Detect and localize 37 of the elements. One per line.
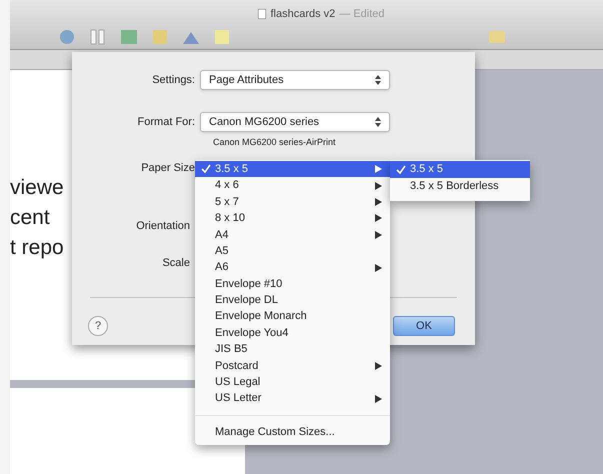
- ok-button[interactable]: OK: [393, 316, 455, 336]
- window-title: flashcards v2: [270, 7, 336, 22]
- popup-button[interactable]: Canon MG6200 series: [200, 112, 390, 132]
- document-text: cent: [10, 205, 50, 231]
- menu-item[interactable]: Envelope Monarch: [195, 308, 390, 325]
- document-icon: [258, 9, 266, 20]
- menu-item[interactable]: Envelope You4: [195, 324, 390, 342]
- menu-item[interactable]: 3.5 x 5: [390, 161, 530, 178]
- menu-item[interactable]: 5 x 7: [195, 194, 390, 210]
- popup-button[interactable]: Page Attributes: [200, 70, 390, 90]
- menu-item[interactable]: A5: [195, 242, 390, 260]
- menu-item[interactable]: Postcard: [195, 358, 390, 374]
- menu-item[interactable]: Envelope DL: [195, 292, 390, 309]
- scale-label: Scale: [161, 256, 191, 270]
- menu-item[interactable]: 3.5 x 5 Borderless: [390, 178, 530, 195]
- menu-item[interactable]: 3.5 x 5: [195, 161, 390, 178]
- menu-item[interactable]: Manage Custom Sizes...: [195, 424, 390, 440]
- format-for-label: Format For:: [136, 114, 196, 130]
- edited-status: — Edited: [339, 7, 385, 22]
- menu-item[interactable]: 8 x 10: [195, 210, 390, 227]
- menu-item[interactable]: 4 x 6: [195, 177, 390, 194]
- paper-size-label: Paper Size: [140, 160, 196, 176]
- stepper-arrows-icon: [375, 75, 381, 85]
- document-text: viewe: [10, 175, 64, 201]
- printer-detail: Canon MG6200 series-AirPrint: [213, 136, 337, 149]
- help-button[interactable]: ?: [88, 316, 108, 336]
- menu-item[interactable]: US Legal: [195, 374, 390, 390]
- orientation-label: Orientation: [135, 219, 191, 234]
- menu-item[interactable]: Envelope #10: [195, 276, 390, 292]
- menu-item[interactable]: JIS B5: [195, 341, 390, 358]
- menu-item[interactable]: US Letter: [195, 390, 390, 407]
- columns-icon[interactable]: [90, 28, 106, 44]
- menu-item[interactable]: A4: [195, 226, 390, 243]
- stepper-arrows-icon: [375, 117, 381, 127]
- document-text: t repo: [10, 235, 64, 261]
- menu-item[interactable]: A6: [195, 259, 390, 276]
- settings-label: Settings:: [151, 72, 196, 88]
